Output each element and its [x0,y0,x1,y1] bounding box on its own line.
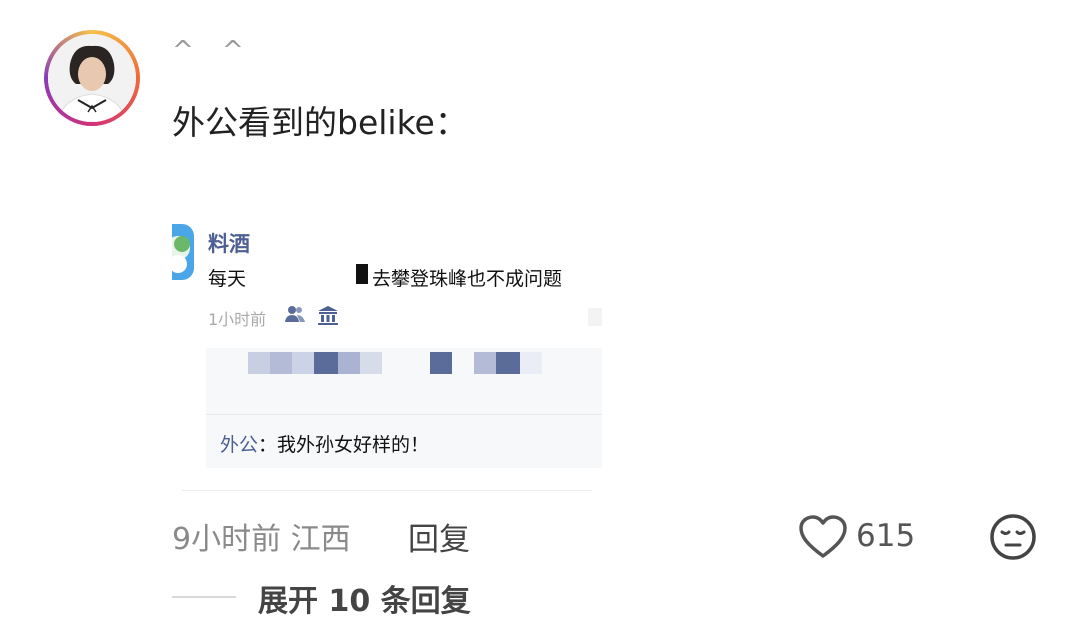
blurred-pixel [314,352,338,374]
neutral-face-icon[interactable] [988,512,1038,566]
reply-author: 外公 [220,434,259,456]
blurred-pixel [338,352,360,374]
embedded-bottom-line [182,490,592,491]
like-count: 615 [856,518,916,554]
expand-divider [172,596,236,598]
username[interactable]: ^ ^ [172,36,254,66]
embedded-author: 料酒 [208,232,250,256]
blurred-pixel [270,352,292,374]
blurred-pixel [496,352,520,374]
embedded-time: 1小时前 [208,310,267,329]
reply-separator: ： [258,434,278,456]
embedded-text-left: 每天 [208,268,247,290]
blurred-pixel [360,352,382,374]
comment-meta: 9小时前 江西 [172,522,351,557]
avatar-image [48,34,136,122]
people-icon [284,304,306,328]
blurred-pixel [292,352,314,374]
reply-button[interactable]: 回复 [408,514,470,559]
comment-text: 外公看到的belike： [172,103,468,142]
embedded-text-right: 去攀登珠峰也不成问题 [372,268,563,290]
blurred-pixel [474,352,496,374]
blurred-pixel [430,352,452,374]
avatar[interactable] [44,30,140,126]
embedded-reply: 外公：我外孙女好样的！ [220,430,429,457]
expand-replies-button[interactable]: 展开 10 条回复 [258,576,471,620]
heart-outline-icon[interactable] [798,514,848,564]
embedded-screenshot[interactable]: 料酒 每天 去攀登珠峰也不成问题 1小时前 外公：我外孙女好样的！ [172,218,602,498]
temple-icon [316,304,340,330]
embedded-avatar [172,224,194,280]
blurred-pixel [520,352,542,374]
reply-text: 我外孙女好样的！ [277,434,430,456]
redaction-block [356,264,368,284]
embedded-divider [206,414,602,415]
blurred-pixel [248,352,270,374]
embedded-fade [588,308,602,326]
